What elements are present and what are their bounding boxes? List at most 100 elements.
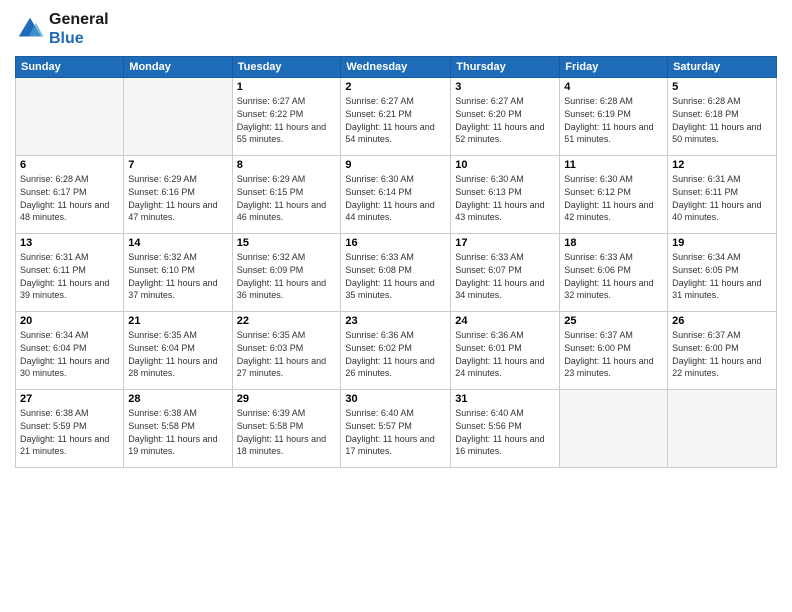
calendar-day-cell: 1 Sunrise: 6:27 AMSunset: 6:22 PMDaylight… bbox=[232, 78, 341, 156]
day-number: 15 bbox=[237, 237, 337, 249]
day-info: Sunrise: 6:30 AMSunset: 6:14 PMDaylight:… bbox=[345, 173, 446, 223]
calendar-week-row: 13 Sunrise: 6:31 AMSunset: 6:11 PMDayligh… bbox=[16, 234, 777, 312]
calendar-day-cell: 14 Sunrise: 6:32 AMSunset: 6:10 PMDayligh… bbox=[124, 234, 232, 312]
calendar-day-cell: 17 Sunrise: 6:33 AMSunset: 6:07 PMDayligh… bbox=[451, 234, 560, 312]
calendar-day-cell bbox=[16, 78, 124, 156]
day-info: Sunrise: 6:30 AMSunset: 6:13 PMDaylight:… bbox=[455, 173, 555, 223]
day-info: Sunrise: 6:38 AMSunset: 5:59 PMDaylight:… bbox=[20, 407, 119, 457]
day-number: 13 bbox=[20, 237, 119, 249]
day-number: 16 bbox=[345, 237, 446, 249]
day-number: 5 bbox=[672, 81, 772, 93]
page-container: General Blue SundayMondayTuesdayWednesda… bbox=[0, 0, 792, 612]
calendar-header-row: SundayMondayTuesdayWednesdayThursdayFrid… bbox=[16, 57, 777, 78]
day-number: 9 bbox=[345, 159, 446, 171]
calendar-day-cell: 6 Sunrise: 6:28 AMSunset: 6:17 PMDaylight… bbox=[16, 156, 124, 234]
day-number: 21 bbox=[128, 315, 227, 327]
day-info: Sunrise: 6:37 AMSunset: 6:00 PMDaylight:… bbox=[672, 329, 772, 379]
day-info: Sunrise: 6:35 AMSunset: 6:04 PMDaylight:… bbox=[128, 329, 227, 379]
day-info: Sunrise: 6:34 AMSunset: 6:05 PMDaylight:… bbox=[672, 251, 772, 301]
calendar-day-cell: 25 Sunrise: 6:37 AMSunset: 6:00 PMDayligh… bbox=[560, 312, 668, 390]
day-info: Sunrise: 6:31 AMSunset: 6:11 PMDaylight:… bbox=[20, 251, 119, 301]
calendar-day-cell: 5 Sunrise: 6:28 AMSunset: 6:18 PMDaylight… bbox=[668, 78, 777, 156]
day-info: Sunrise: 6:28 AMSunset: 6:19 PMDaylight:… bbox=[564, 95, 663, 145]
day-number: 3 bbox=[455, 81, 555, 93]
day-info: Sunrise: 6:33 AMSunset: 6:08 PMDaylight:… bbox=[345, 251, 446, 301]
day-number: 24 bbox=[455, 315, 555, 327]
calendar-day-header: Saturday bbox=[668, 57, 777, 78]
calendar-day-cell: 30 Sunrise: 6:40 AMSunset: 5:57 PMDayligh… bbox=[341, 390, 451, 468]
day-info: Sunrise: 6:36 AMSunset: 6:02 PMDaylight:… bbox=[345, 329, 446, 379]
day-number: 11 bbox=[564, 159, 663, 171]
calendar-day-cell: 18Sunrise: 6:33 AMSunset: 6:06 PMDayligh… bbox=[560, 234, 668, 312]
day-number: 1 bbox=[237, 81, 337, 93]
calendar-day-cell bbox=[560, 390, 668, 468]
day-number: 25 bbox=[564, 315, 663, 327]
calendar-day-cell: 28 Sunrise: 6:38 AMSunset: 5:58 PMDayligh… bbox=[124, 390, 232, 468]
day-info: Sunrise: 6:38 AMSunset: 5:58 PMDaylight:… bbox=[128, 407, 227, 457]
calendar-day-header: Sunday bbox=[16, 57, 124, 78]
day-info: Sunrise: 6:34 AMSunset: 6:04 PMDaylight:… bbox=[20, 329, 119, 379]
calendar-day-header: Wednesday bbox=[341, 57, 451, 78]
calendar-day-cell: 15 Sunrise: 6:32 AMSunset: 6:09 PMDayligh… bbox=[232, 234, 341, 312]
day-number: 2 bbox=[345, 81, 446, 93]
day-number: 22 bbox=[237, 315, 337, 327]
day-number: 28 bbox=[128, 393, 227, 405]
calendar-day-cell: 26 Sunrise: 6:37 AMSunset: 6:00 PMDayligh… bbox=[668, 312, 777, 390]
day-number: 31 bbox=[455, 393, 555, 405]
day-info: Sunrise: 6:27 AMSunset: 6:21 PMDaylight:… bbox=[345, 95, 446, 145]
day-info: Sunrise: 6:27 AMSunset: 6:22 PMDaylight:… bbox=[237, 95, 337, 145]
day-number: 10 bbox=[455, 159, 555, 171]
calendar-day-header: Tuesday bbox=[232, 57, 341, 78]
calendar-day-cell: 19 Sunrise: 6:34 AMSunset: 6:05 PMDayligh… bbox=[668, 234, 777, 312]
day-info: Sunrise: 6:36 AMSunset: 6:01 PMDaylight:… bbox=[455, 329, 555, 379]
calendar-week-row: 27 Sunrise: 6:38 AMSunset: 5:59 PMDayligh… bbox=[16, 390, 777, 468]
calendar-day-cell: 12Sunrise: 6:31 AMSunset: 6:11 PMDayligh… bbox=[668, 156, 777, 234]
day-info: Sunrise: 6:39 AMSunset: 5:58 PMDaylight:… bbox=[237, 407, 337, 457]
calendar-day-cell: 2 Sunrise: 6:27 AMSunset: 6:21 PMDaylight… bbox=[341, 78, 451, 156]
header: General Blue bbox=[15, 10, 777, 48]
day-info: Sunrise: 6:28 AMSunset: 6:18 PMDaylight:… bbox=[672, 95, 772, 145]
logo-text: General Blue bbox=[49, 10, 109, 48]
calendar-day-cell: 3Sunrise: 6:27 AMSunset: 6:20 PMDaylight… bbox=[451, 78, 560, 156]
day-number: 30 bbox=[345, 393, 446, 405]
calendar-day-cell: 20Sunrise: 6:34 AMSunset: 6:04 PMDayligh… bbox=[16, 312, 124, 390]
calendar-day-cell: 21 Sunrise: 6:35 AMSunset: 6:04 PMDayligh… bbox=[124, 312, 232, 390]
day-info: Sunrise: 6:32 AMSunset: 6:10 PMDaylight:… bbox=[128, 251, 227, 301]
day-number: 14 bbox=[128, 237, 227, 249]
day-info: Sunrise: 6:28 AMSunset: 6:17 PMDaylight:… bbox=[20, 173, 119, 223]
calendar-day-cell: 31 Sunrise: 6:40 AMSunset: 5:56 PMDayligh… bbox=[451, 390, 560, 468]
day-info: Sunrise: 6:33 AMSunset: 6:07 PMDaylight:… bbox=[455, 251, 555, 301]
calendar-day-header: Friday bbox=[560, 57, 668, 78]
calendar-day-cell: 7Sunrise: 6:29 AMSunset: 6:16 PMDaylight… bbox=[124, 156, 232, 234]
day-info: Sunrise: 6:40 AMSunset: 5:56 PMDaylight:… bbox=[455, 407, 555, 457]
day-number: 18 bbox=[564, 237, 663, 249]
calendar-table: SundayMondayTuesdayWednesdayThursdayFrid… bbox=[15, 56, 777, 468]
day-info: Sunrise: 6:35 AMSunset: 6:03 PMDaylight:… bbox=[237, 329, 337, 379]
day-info: Sunrise: 6:37 AMSunset: 6:00 PMDaylight:… bbox=[564, 329, 663, 379]
calendar-day-cell: 22 Sunrise: 6:35 AMSunset: 6:03 PMDayligh… bbox=[232, 312, 341, 390]
calendar-day-cell: 13 Sunrise: 6:31 AMSunset: 6:11 PMDayligh… bbox=[16, 234, 124, 312]
calendar-day-header: Thursday bbox=[451, 57, 560, 78]
calendar-day-cell: 27 Sunrise: 6:38 AMSunset: 5:59 PMDayligh… bbox=[16, 390, 124, 468]
calendar-week-row: 20Sunrise: 6:34 AMSunset: 6:04 PMDayligh… bbox=[16, 312, 777, 390]
day-info: Sunrise: 6:31 AMSunset: 6:11 PMDaylight:… bbox=[672, 173, 772, 223]
day-number: 6 bbox=[20, 159, 119, 171]
calendar-day-cell: 8Sunrise: 6:29 AMSunset: 6:15 PMDaylight… bbox=[232, 156, 341, 234]
day-number: 17 bbox=[455, 237, 555, 249]
day-number: 19 bbox=[672, 237, 772, 249]
day-number: 26 bbox=[672, 315, 772, 327]
day-number: 8 bbox=[237, 159, 337, 171]
logo: General Blue bbox=[15, 10, 109, 48]
calendar-day-cell: 10 Sunrise: 6:30 AMSunset: 6:13 PMDayligh… bbox=[451, 156, 560, 234]
calendar-day-cell bbox=[668, 390, 777, 468]
calendar-day-cell: 16 Sunrise: 6:33 AMSunset: 6:08 PMDayligh… bbox=[341, 234, 451, 312]
logo-icon bbox=[15, 14, 45, 44]
calendar-day-header: Monday bbox=[124, 57, 232, 78]
day-number: 27 bbox=[20, 393, 119, 405]
calendar-day-cell: 4Sunrise: 6:28 AMSunset: 6:19 PMDaylight… bbox=[560, 78, 668, 156]
day-info: Sunrise: 6:29 AMSunset: 6:16 PMDaylight:… bbox=[128, 173, 227, 223]
calendar-day-cell: 9 Sunrise: 6:30 AMSunset: 6:14 PMDaylight… bbox=[341, 156, 451, 234]
day-info: Sunrise: 6:40 AMSunset: 5:57 PMDaylight:… bbox=[345, 407, 446, 457]
day-info: Sunrise: 6:32 AMSunset: 6:09 PMDaylight:… bbox=[237, 251, 337, 301]
day-info: Sunrise: 6:30 AMSunset: 6:12 PMDaylight:… bbox=[564, 173, 663, 223]
